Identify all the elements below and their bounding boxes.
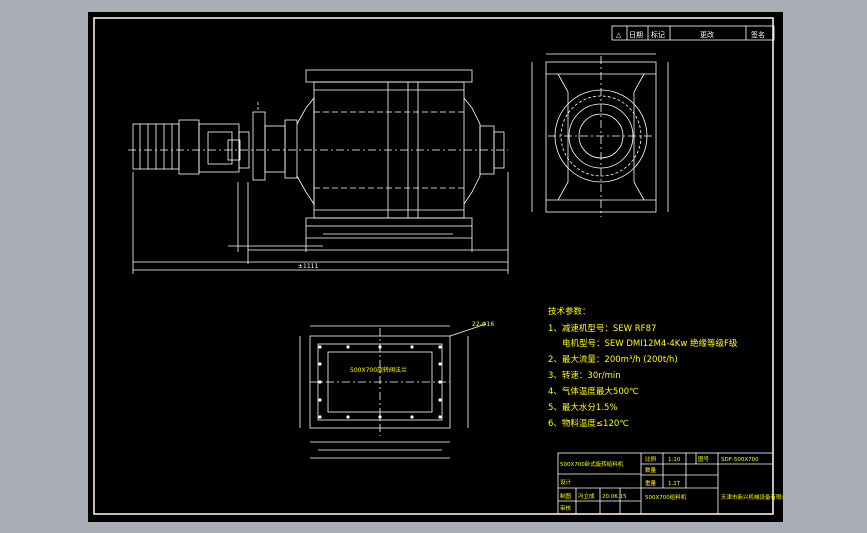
- company-name: 天津市新兴机械设备有限公司: [721, 493, 783, 501]
- side-elevation-view: [128, 69, 509, 274]
- scale-value: 1:10: [668, 457, 681, 463]
- end-view: [531, 53, 669, 217]
- flange-view-label: 500X700旋转阀法兰: [350, 366, 407, 374]
- tech-params: 技术参数： 1、减速机型号：SEW RF87 电机型号：SEW DMI12M4-…: [548, 306, 738, 429]
- revision-mark: 标记: [651, 30, 665, 39]
- drawing-title: 500X700卧式旋转给料机: [560, 460, 624, 468]
- flange-labels: 500X700旋转阀法兰 22-Φ16: [350, 321, 494, 374]
- part-name: 500X700给料机: [645, 493, 687, 501]
- tech-param-material-temp: 6、物料温度≤120℃: [548, 418, 629, 429]
- drawing-frame: [93, 17, 774, 515]
- revision-table-text: △ 日期 标记 更改 签名: [616, 30, 765, 39]
- drawn-label: 制图: [560, 492, 572, 500]
- drawing-viewport[interactable]: △ 日期 标记 更改 签名 ±1111 500X700旋转阀法兰 22-Φ16 …: [88, 12, 793, 522]
- review-label: 审核: [560, 504, 572, 512]
- tech-params-heading: 技术参数：: [548, 306, 591, 317]
- revision-sign: 签名: [751, 30, 765, 39]
- tech-param-moisture: 5、最大水分1.5%: [548, 402, 618, 413]
- total-length-dimension: ±1111: [298, 263, 318, 270]
- revision-change: 更改: [700, 30, 714, 39]
- scale-label: 比例: [645, 455, 657, 463]
- drawn-date: 20.06.15: [602, 494, 627, 500]
- tech-param-flow: 2、最大流量：200m³/h (200t/h): [548, 354, 678, 365]
- weight-label: 重量: [645, 479, 657, 487]
- revision-triangle: △: [616, 31, 622, 39]
- weight-value: 1.1T: [668, 481, 681, 487]
- tech-param-gas-temp: 4、气体温度最大500℃: [548, 386, 639, 397]
- title-block-text: 500X700卧式旋转给料机 比例 1:10 图号 SDF-500X700 数量…: [560, 455, 793, 512]
- side-elevation-dims: ±1111: [298, 263, 318, 270]
- cad-application: △ 日期 标记 更改 签名 ±1111 500X700旋转阀法兰 22-Φ16 …: [0, 0, 867, 533]
- tech-param-reducer: 1、减速机型号：SEW RF87: [548, 323, 656, 334]
- drawing-no-value: SDF-500X700: [721, 457, 759, 463]
- drawing-no-label: 图号: [698, 455, 710, 463]
- drawing-canvas: △ 日期 标记 更改 签名 ±1111 500X700旋转阀法兰 22-Φ16 …: [93, 17, 793, 515]
- drawn-name: 冯立成: [578, 492, 595, 500]
- flange-plan-view: [299, 323, 487, 459]
- bolt-hole-dimension: 22-Φ16: [472, 321, 494, 328]
- revision-date: 日期: [629, 31, 643, 39]
- qty-label: 数量: [645, 466, 657, 474]
- tech-param-speed: 3、转速：30r/min: [548, 370, 621, 381]
- tech-param-motor: 电机型号：SEW DMI12M4-4Kw 绝缘等级F级: [562, 338, 738, 349]
- design-label: 设计: [560, 478, 572, 486]
